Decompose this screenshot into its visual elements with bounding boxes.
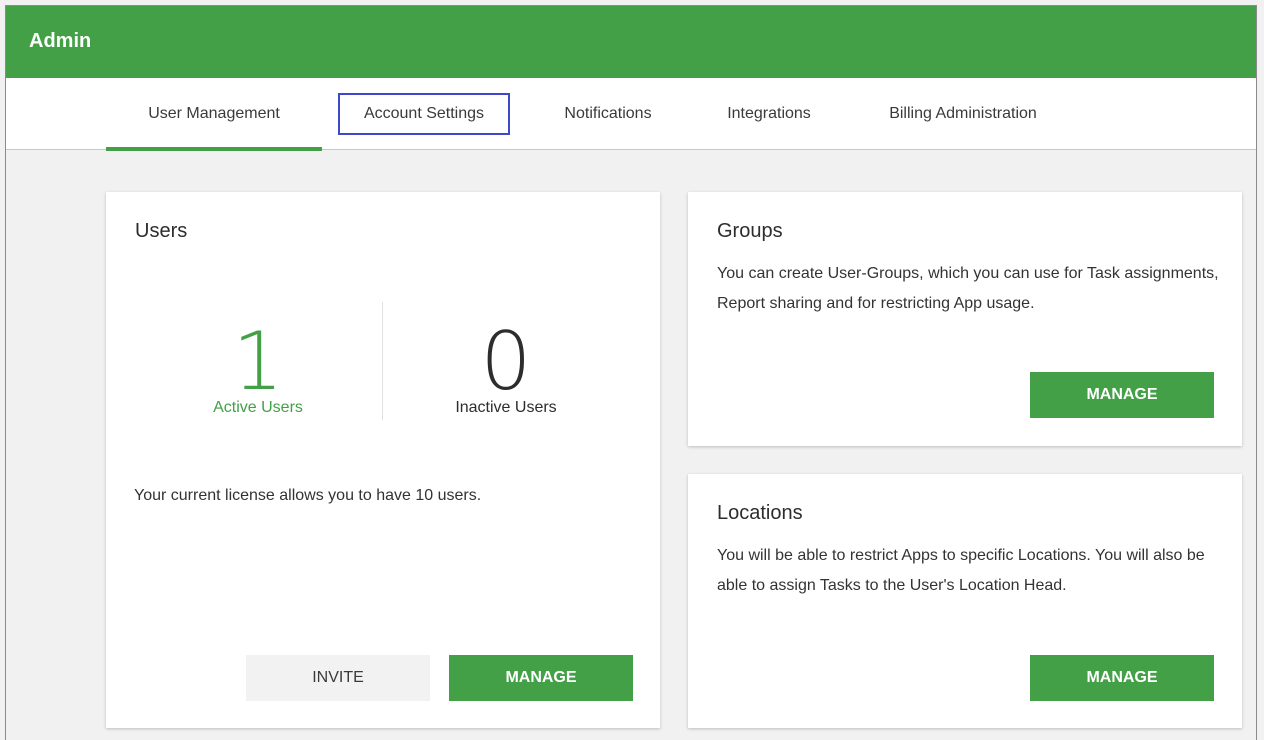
tab-label: Integrations (727, 105, 811, 122)
groups-manage-button[interactable]: MANAGE (1030, 372, 1214, 418)
locations-card: Locations You will be able to restrict A… (688, 474, 1242, 728)
locations-card-title: Locations (717, 502, 803, 524)
tab-label: Account Settings (363, 105, 485, 122)
tab-label: User Management (148, 105, 280, 122)
stats-divider (382, 302, 383, 420)
active-users-count: 1 (232, 315, 284, 408)
invite-button[interactable]: INVITE (246, 655, 430, 701)
users-card-title: Users (135, 220, 188, 242)
tab-user-management[interactable]: User Management (106, 78, 322, 151)
tab-notifications[interactable]: Notifications (540, 78, 676, 150)
license-text: Your current license allows you to have … (134, 487, 482, 504)
users-manage-button[interactable]: MANAGE (449, 655, 633, 701)
tab-bar: User Management Account Settings Notific… (6, 78, 1256, 151)
tab-integrations[interactable]: Integrations (706, 78, 832, 150)
groups-description: You can create User-Groups, which you ca… (717, 265, 1219, 312)
tab-billing-administration[interactable]: Billing Administration (866, 78, 1060, 150)
locations-manage-button[interactable]: MANAGE (1030, 655, 1214, 701)
locations-description: You will be able to restrict Apps to spe… (717, 547, 1205, 594)
users-card: Users 1 Active Users 0 Inactive Users Yo… (106, 192, 660, 728)
page-title: Admin (29, 30, 92, 52)
inactive-users-count: 0 (480, 315, 532, 408)
tab-label: Billing Administration (889, 105, 1037, 122)
groups-card-title: Groups (717, 220, 783, 242)
tab-label: Notifications (564, 105, 652, 122)
tab-account-settings[interactable]: Account Settings (338, 93, 510, 135)
admin-window: Admin User Management Account Settings N… (5, 5, 1257, 740)
inactive-users-label: Inactive Users (455, 399, 557, 416)
active-users-label: Active Users (213, 399, 303, 416)
header-bar: Admin (6, 6, 1256, 78)
groups-card: Groups You can create User-Groups, which… (688, 192, 1242, 446)
